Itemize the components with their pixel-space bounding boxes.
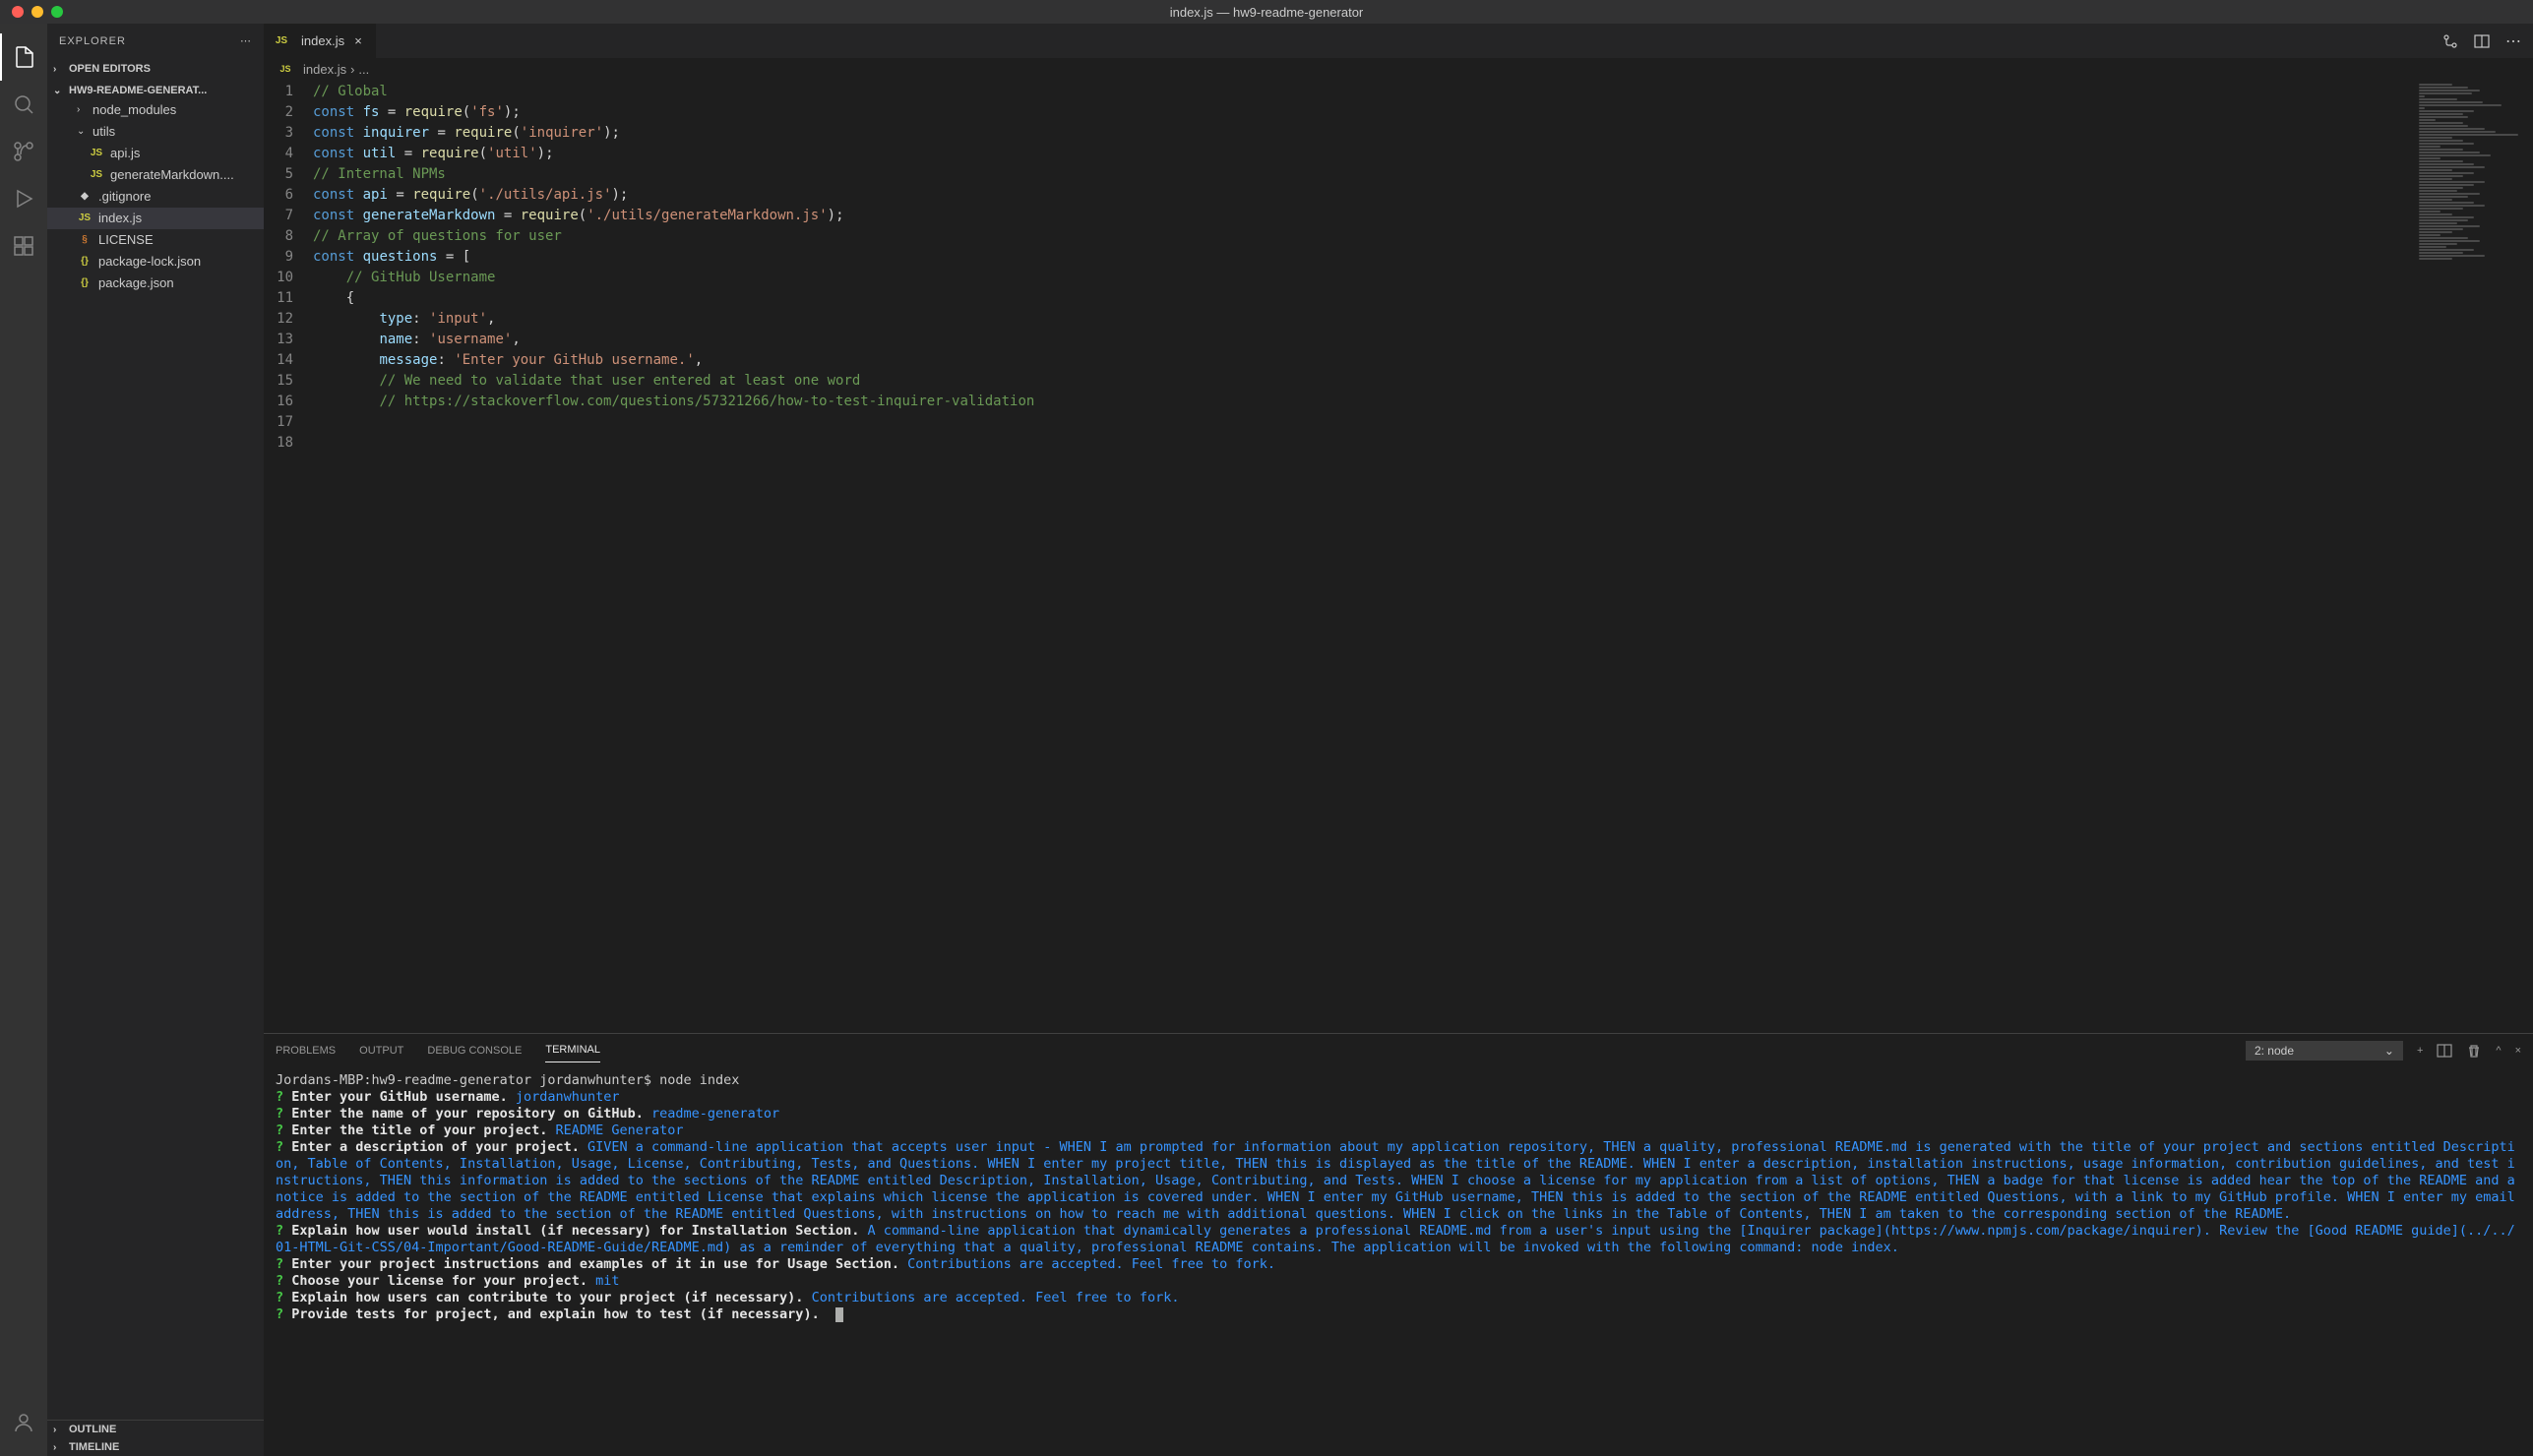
tree-item-label: utils: [93, 121, 115, 143]
explorer-header: EXPLORER ⋯: [47, 24, 264, 58]
tab-bar: JS index.js × ⋯: [264, 24, 2533, 58]
tree-item-index-js[interactable]: JS index.js: [47, 208, 264, 229]
tree-item-label: generateMarkdown....: [110, 164, 234, 186]
tree-item-label: package-lock.json: [98, 251, 201, 273]
js-file-icon: JS: [89, 167, 104, 183]
tree-item-label: .gitignore: [98, 186, 151, 208]
breadcrumb[interactable]: JS index.js › ...: [264, 58, 2533, 80]
tab-label: index.js: [301, 33, 344, 48]
chevron-down-icon: ⌄: [53, 86, 65, 96]
file-tree: ›node_modules⌄utils JS api.js JS generateMar…: [47, 99, 264, 1418]
workspace-label: HW9-README-GENERAT...: [69, 85, 207, 96]
more-icon[interactable]: ⋯: [240, 34, 252, 47]
timeline-section[interactable]: › TIMELINE: [47, 1438, 264, 1456]
editor-body[interactable]: 123456789101112131415161718 // Globalcon…: [264, 80, 2533, 1033]
chevron-icon: ›: [77, 99, 89, 121]
compare-changes-icon[interactable]: [2442, 33, 2458, 49]
tree-item-api-js[interactable]: JS api.js: [47, 143, 264, 164]
output-tab[interactable]: OUTPUT: [359, 1039, 403, 1062]
split-terminal-icon[interactable]: [2437, 1043, 2452, 1059]
problems-tab[interactable]: PROBLEMS: [276, 1039, 336, 1062]
tree-item-license[interactable]: § LICENSE: [47, 229, 264, 251]
open-editors-section[interactable]: › OPEN EDITORS: [47, 60, 264, 78]
run-debug-icon[interactable]: [0, 175, 47, 222]
new-terminal-icon[interactable]: +: [2417, 1045, 2423, 1057]
breadcrumb-more: ...: [358, 62, 369, 77]
accounts-icon[interactable]: [0, 1399, 47, 1446]
tree-item-generatemarkdown----[interactable]: JS generateMarkdown....: [47, 164, 264, 186]
tree-item-label: index.js: [98, 208, 142, 229]
outline-label: OUTLINE: [69, 1424, 116, 1435]
terminal-selector-label: 2: node: [2255, 1044, 2294, 1058]
window-title: index.js — hw9-readme-generator: [1170, 5, 1364, 20]
explorer-title: EXPLORER: [59, 35, 126, 47]
sidebar: EXPLORER ⋯ › OPEN EDITORS ⌄ HW9-README-G…: [47, 24, 264, 1456]
js-file-icon: JS: [278, 61, 293, 77]
breadcrumb-file: index.js: [303, 62, 346, 77]
tree-item-label: api.js: [110, 143, 140, 164]
chevron-right-icon: ›: [53, 64, 65, 75]
extensions-icon[interactable]: [0, 222, 47, 270]
code-content[interactable]: // Globalconst fs = require('fs');const …: [313, 80, 2415, 1033]
chevron-right-icon: ›: [53, 1442, 65, 1453]
js-file-icon: JS: [89, 146, 104, 161]
source-control-icon[interactable]: [0, 128, 47, 175]
tree-item-node-modules[interactable]: ›node_modules: [47, 99, 264, 121]
maximize-window-button[interactable]: [51, 6, 63, 18]
minimap[interactable]: [2415, 80, 2533, 1033]
tree-item--gitignore[interactable]: ◆ .gitignore: [47, 186, 264, 208]
panel-tabs: PROBLEMS OUTPUT DEBUG CONSOLE TERMINAL 2…: [264, 1034, 2533, 1066]
js-file-icon: JS: [274, 33, 289, 49]
editor-area: JS index.js × ⋯ JS index.js › ... 123456…: [264, 24, 2533, 1456]
open-editors-label: OPEN EDITORS: [69, 63, 151, 75]
traffic-lights: [0, 6, 63, 18]
explorer-icon[interactable]: [0, 33, 47, 81]
minimize-window-button[interactable]: [31, 6, 43, 18]
workspace-section[interactable]: ⌄ HW9-README-GENERAT...: [47, 82, 264, 99]
breadcrumb-separator: ›: [350, 62, 354, 77]
file-icon: ◆: [77, 189, 93, 205]
tree-item-label: package.json: [98, 273, 174, 294]
close-tab-icon[interactable]: ×: [350, 33, 366, 49]
more-actions-icon[interactable]: ⋯: [2505, 31, 2521, 51]
activity-bar: [0, 24, 47, 1456]
outline-section[interactable]: › OUTLINE: [47, 1421, 264, 1438]
timeline-label: TIMELINE: [69, 1441, 119, 1453]
line-numbers: 123456789101112131415161718: [264, 80, 313, 1033]
tree-item-label: LICENSE: [98, 229, 154, 251]
tree-item-package-json[interactable]: {} package.json: [47, 273, 264, 294]
kill-terminal-icon[interactable]: [2466, 1043, 2482, 1059]
search-icon[interactable]: [0, 81, 47, 128]
js-file-icon: JS: [77, 211, 93, 226]
maximize-panel-icon[interactable]: ^: [2496, 1045, 2501, 1057]
terminal-content[interactable]: Jordans-MBP:hw9-readme-generator jordanw…: [264, 1066, 2533, 1456]
close-window-button[interactable]: [12, 6, 24, 18]
close-panel-icon[interactable]: ×: [2515, 1045, 2521, 1057]
split-editor-icon[interactable]: [2474, 33, 2490, 49]
terminal-tab[interactable]: TERMINAL: [545, 1038, 600, 1062]
tree-item-utils[interactable]: ⌄utils: [47, 121, 264, 143]
tree-item-label: node_modules: [93, 99, 176, 121]
json-file-icon: {}: [77, 254, 93, 270]
debug-console-tab[interactable]: DEBUG CONSOLE: [427, 1039, 522, 1062]
bottom-panel: PROBLEMS OUTPUT DEBUG CONSOLE TERMINAL 2…: [264, 1033, 2533, 1456]
json-file-icon: {}: [77, 275, 93, 291]
tree-item-package-lock-json[interactable]: {} package-lock.json: [47, 251, 264, 273]
chevron-right-icon: ›: [53, 1425, 65, 1435]
chevron-icon: ⌄: [77, 121, 89, 143]
license-file-icon: §: [77, 232, 93, 248]
title-bar: index.js — hw9-readme-generator: [0, 0, 2533, 24]
chevron-down-icon: ⌄: [2384, 1044, 2394, 1058]
tab-actions: ⋯: [2442, 24, 2533, 58]
terminal-selector[interactable]: 2: node ⌄: [2246, 1041, 2403, 1061]
tab-index-js[interactable]: JS index.js ×: [264, 24, 377, 58]
